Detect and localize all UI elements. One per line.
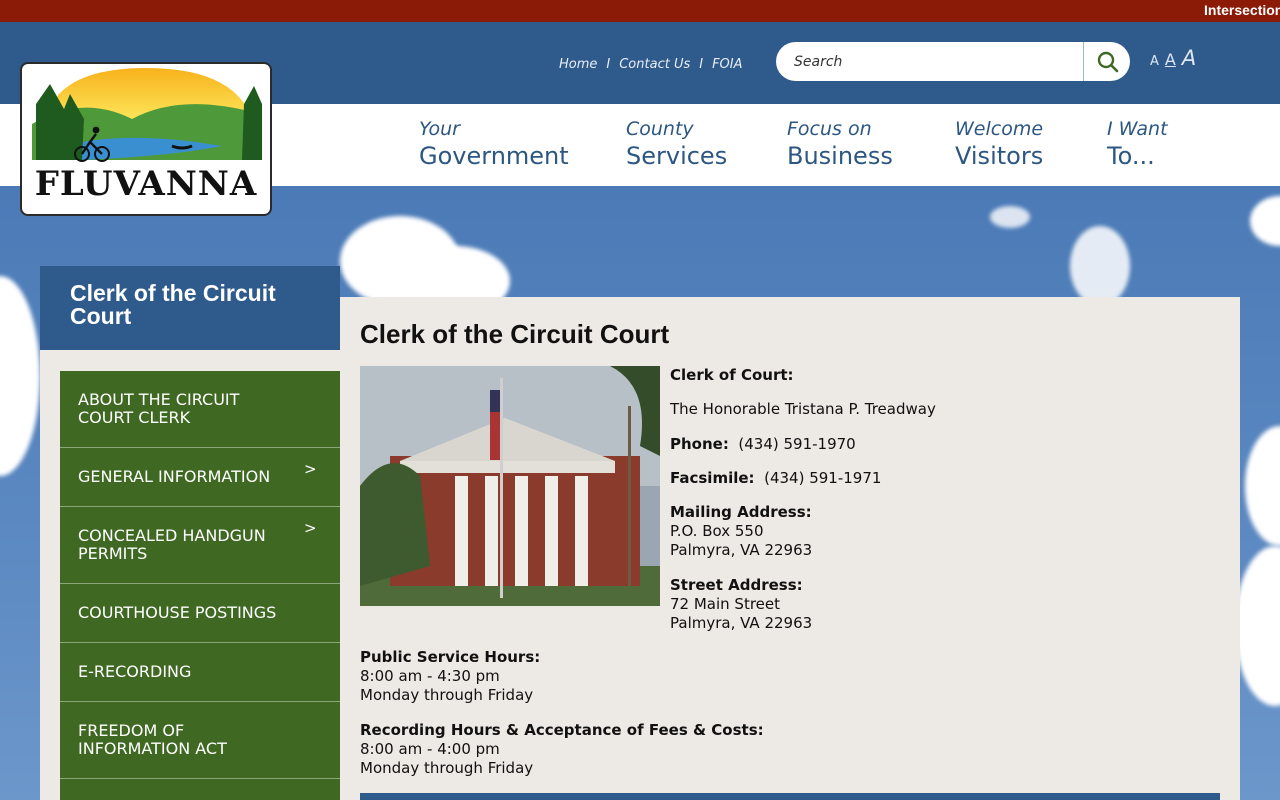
cloud-shape — [1235, 546, 1280, 706]
courthouse-photo — [360, 366, 660, 606]
street-line1: 72 Main Street — [670, 595, 781, 613]
nav-line2: Business — [787, 142, 893, 170]
sidebar-item-label: Concealed Handgun Permits — [78, 526, 266, 563]
sidebar-item-label: Courthouse Postings — [78, 603, 277, 622]
utility-separator: I — [606, 57, 611, 72]
font-size-medium[interactable]: A — [1165, 50, 1176, 69]
cloud-shape — [1250, 196, 1280, 246]
chevron-right-icon: > — [304, 460, 317, 478]
street-line2: Palmyra, VA 22963 — [670, 614, 813, 632]
nav-line1: County — [626, 118, 694, 140]
search-input[interactable] — [794, 42, 1084, 81]
nav-line2: Visitors — [955, 142, 1044, 170]
hours-time: 8:00 am - 4:30 pm — [360, 667, 500, 685]
nav-focus-on-business[interactable]: Focus on Business — [787, 116, 893, 170]
utility-foia-link[interactable]: FOIA — [712, 57, 742, 72]
recording-days: Monday through Friday — [360, 759, 534, 777]
public-service-hours: Public Service Hours: 8:00 am - 4:30 pm … — [360, 648, 540, 705]
nav-line2: Government — [419, 142, 569, 170]
cloud-shape — [1070, 226, 1130, 306]
main-content: Clerk of the Circuit Court Clerk of Cour… — [340, 297, 1240, 800]
nav-line1: Your — [419, 118, 460, 140]
landscape-logo-icon — [32, 68, 262, 162]
cloud-shape — [0, 276, 40, 476]
recording-hours: Recording Hours & Acceptance of Fees & C… — [360, 721, 764, 778]
nav-line2: Services — [626, 142, 728, 170]
logo-wordmark: FLUVANNA — [34, 164, 258, 204]
sidebar-item-courthouse-postings[interactable]: Courthouse Postings — [60, 584, 340, 643]
nav-your-government[interactable]: Your Government — [419, 116, 569, 170]
sidebar-item-label: Freedom of Information Act — [78, 721, 227, 758]
mailing-address: Mailing Address: P.O. Box 550 Palmyra, V… — [670, 503, 812, 560]
courthouse-image-icon — [360, 366, 660, 606]
utility-contact-link[interactable]: Contact Us — [619, 57, 690, 72]
fax-row: Facsimile: (434) 591-1971 — [670, 469, 881, 488]
recording-label: Recording Hours & Acceptance of Fees & C… — [360, 721, 764, 739]
nav-line2: To... — [1107, 142, 1155, 170]
chevron-right-icon: > — [304, 519, 317, 537]
phone-label: Phone: — [670, 435, 729, 453]
sidebar-item-label: General Information — [78, 467, 271, 486]
sidebar-item-concealed-handgun[interactable]: Concealed Handgun Permits > — [60, 507, 340, 584]
phone-value[interactable]: (434) 591-1970 — [738, 435, 855, 453]
phone-row: Phone: (434) 591-1970 — [670, 435, 856, 454]
sidebar-item-about[interactable]: About the Circuit Court Clerk — [60, 371, 340, 448]
sidebar-item[interactable] — [60, 779, 340, 800]
alert-ticker[interactable]: Intersection — [1204, 2, 1280, 18]
font-size-large[interactable]: A — [1182, 46, 1196, 70]
street-address: Street Address: 72 Main Street Palmyra, … — [670, 576, 812, 633]
fax-label: Facsimile: — [670, 469, 755, 487]
sidebar-item-general-information[interactable]: General Information > — [60, 448, 340, 507]
mailing-line2: Palmyra, VA 22963 — [670, 541, 813, 559]
nav-line1: Focus on — [787, 118, 872, 140]
search-button[interactable] — [1083, 42, 1130, 81]
nav-county-services[interactable]: County Services — [626, 116, 727, 170]
font-size-controls: AAA — [1150, 46, 1202, 70]
street-label: Street Address: — [670, 576, 803, 594]
search-icon — [1097, 51, 1118, 72]
clerk-name: The Honorable Tristana P. Treadway — [670, 400, 936, 418]
utility-nav: Home I Contact Us I FOIA — [559, 57, 743, 72]
section-bar — [360, 793, 1220, 800]
mailing-line1: P.O. Box 550 — [670, 522, 764, 540]
sidebar-header: Clerk of the Circuit Court — [40, 266, 340, 350]
utility-separator: I — [699, 57, 704, 72]
sidebar-item-e-recording[interactable]: E-Recording — [60, 643, 340, 702]
fax-value: (434) 591-1971 — [764, 469, 882, 487]
alert-bar: Intersection — [0, 0, 1280, 22]
font-size-small[interactable]: A — [1150, 54, 1159, 69]
cloud-shape — [990, 206, 1030, 228]
hours-days: Monday through Friday — [360, 686, 534, 704]
sidebar-item-label: About the Circuit Court Clerk — [78, 390, 240, 427]
nav-line1: Welcome — [955, 118, 1044, 140]
hours-label: Public Service Hours: — [360, 648, 541, 666]
nav-welcome-visitors[interactable]: Welcome Visitors — [955, 116, 1043, 170]
fluvanna-logo[interactable]: FLUVANNA — [20, 62, 272, 216]
utility-home-link[interactable]: Home — [559, 57, 597, 72]
sidebar-item-label: E-Recording — [78, 662, 192, 681]
mailing-label: Mailing Address: — [670, 503, 812, 521]
sidebar-title: Clerk of the Circuit Court — [70, 280, 276, 329]
nav-i-want-to[interactable]: I Want To... — [1107, 116, 1168, 170]
nav-line1: I Want — [1107, 118, 1168, 140]
sidebar-item-foia[interactable]: Freedom of Information Act — [60, 702, 340, 779]
cloud-shape — [1245, 426, 1280, 546]
page-title: Clerk of the Circuit Court — [360, 319, 670, 349]
clerk-label: Clerk of Court: — [670, 366, 794, 385]
clerk-label-text: Clerk of Court: — [670, 366, 794, 384]
search-box — [776, 42, 1130, 81]
recording-time: 8:00 am - 4:00 pm — [360, 740, 500, 758]
